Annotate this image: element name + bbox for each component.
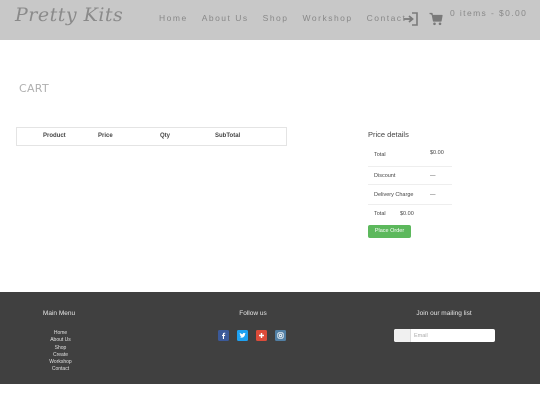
page-title: CART [19,82,49,95]
col-qty: Qty [160,133,171,139]
footer-link-about-us[interactable]: About Us [40,337,81,344]
footer-link-create[interactable]: Create [40,352,81,359]
price-details-title: Price details [368,130,409,139]
email-subscribe [394,329,495,342]
price-row-discount: Discount — [368,167,452,185]
facebook-icon[interactable] [218,330,229,341]
col-product: Product [43,133,66,139]
price-value: — [430,173,436,179]
price-row-grand-total: Total $0.00 [368,205,452,223]
nav-contact[interactable]: Contact [367,13,407,23]
google-plus-icon[interactable] [256,330,267,341]
mailing-list-title: Join our mailing list [416,310,472,317]
cart-table: Product Price Qty SubTotal [16,127,287,146]
follow-us-title: Follow us [239,310,267,317]
site-logo[interactable]: Pretty Kits [15,4,123,26]
main-menu-title: Main Menu [42,310,76,317]
email-input[interactable] [414,329,492,342]
header: Pretty Kits Home About Us Shop Workshop … [0,0,540,40]
envelope-icon [394,329,411,342]
footer-main-menu: Home About Us Shop Create Workshop Conta… [40,330,81,374]
footer-link-home[interactable]: Home [40,330,81,337]
col-subtotal: SubTotal [215,133,241,139]
footer-link-shop[interactable]: Shop [40,345,81,352]
nav-home[interactable]: Home [159,13,188,23]
price-label: Discount [374,173,396,179]
nav-about-us[interactable]: About Us [202,13,249,23]
login-icon[interactable] [403,12,419,26]
price-label: Delivery Charge [374,192,414,198]
price-value: — [430,192,436,198]
price-label: Total [374,152,386,158]
cart-summary[interactable]: 0 items - $0.00 [450,8,527,18]
footer-link-workshop[interactable]: Workshop [40,359,81,366]
twitter-icon[interactable] [237,330,248,341]
price-row-total: Total $0.00 [368,146,452,167]
price-value: $0.00 [430,150,444,156]
footer-link-contact[interactable]: Contact [40,366,81,373]
price-row-delivery: Delivery Charge — [368,185,452,205]
main-nav: Home About Us Shop Workshop Contact [159,13,420,23]
footer: Main Menu Home About Us Shop Create Work… [0,292,540,384]
price-value: $0.00 [400,211,414,217]
instagram-icon[interactable] [275,330,286,341]
nav-shop[interactable]: Shop [263,13,289,23]
price-label: Total [374,211,386,217]
col-price: Price [98,133,113,139]
cart-icon[interactable] [429,12,443,26]
nav-workshop[interactable]: Workshop [303,13,353,23]
place-order-button[interactable]: Place Order [368,225,411,238]
